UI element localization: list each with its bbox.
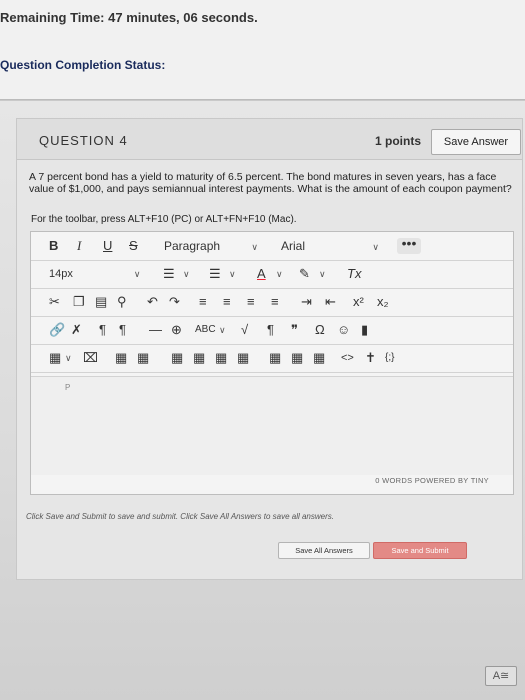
align-justify-icon[interactable]: ≡ xyxy=(271,292,279,312)
table-props-icon[interactable]: ▦ xyxy=(115,348,127,368)
redo-icon[interactable]: ↷ xyxy=(169,292,180,312)
toolbar-row-2: 14px ∨ ☰ ∨ ☰ ∨ A ∨ ✎ ∨ Tx xyxy=(31,260,513,289)
completion-status-label: Question Completion Status: xyxy=(0,58,166,72)
unlink-icon[interactable]: ✗ xyxy=(71,320,82,340)
more-options-button[interactable]: ••• xyxy=(397,236,421,254)
screen: Remaining Time: 47 minutes, 06 seconds. … xyxy=(0,0,525,700)
save-all-answers-button[interactable]: Save All Answers xyxy=(278,542,370,559)
insert-col-icon[interactable]: ▦ xyxy=(237,348,249,368)
chevron-down-icon[interactable]: ∨ xyxy=(276,264,283,284)
element-path-label: P xyxy=(65,383,71,392)
subscript-button[interactable]: x₂ xyxy=(377,292,389,312)
code-button[interactable]: <> xyxy=(341,348,354,368)
accessibility-toggle-icon[interactable]: A≅ xyxy=(485,666,517,686)
highlight-icon[interactable]: ✎ xyxy=(299,264,310,284)
remaining-time-label: Remaining Time: xyxy=(0,10,105,25)
question-number: QUESTION 4 xyxy=(39,133,128,148)
align-center-icon[interactable]: ≡ xyxy=(223,292,231,312)
remaining-time: Remaining Time: 47 minutes, 06 seconds. xyxy=(0,10,258,25)
font-select[interactable]: Arial ∨ xyxy=(281,236,379,257)
chevron-down-icon[interactable]: ∨ xyxy=(229,264,236,284)
clear-formatting-button[interactable]: Tx xyxy=(347,264,361,284)
insert-row-before-icon[interactable]: ▦ xyxy=(171,348,183,368)
emoji-icon[interactable]: ☺ xyxy=(337,320,350,340)
spellcheck-button[interactable]: ABC xyxy=(195,320,216,340)
align-right-icon[interactable]: ≡ xyxy=(247,292,255,312)
editor-content-area[interactable]: P xyxy=(31,376,513,475)
insert-row-after-icon[interactable]: ▦ xyxy=(193,348,205,368)
toolbar-row-3: ✂ ❐ ▤ ⚲ ↶ ↷ ≡ ≡ ≡ ≡ ⇥ ⇤ x² x₂ xyxy=(31,288,513,317)
chevron-down-icon[interactable]: ∨ xyxy=(183,264,190,284)
insert-icon[interactable]: ⊕ xyxy=(171,320,182,340)
paragraph-select-value: Paragraph xyxy=(164,239,221,253)
chevron-down-icon[interactable]: ∨ xyxy=(319,264,326,284)
save-and-submit-button[interactable]: Save and Submit xyxy=(373,542,467,559)
question-header: QUESTION 4 1 points Save Answer xyxy=(17,119,522,160)
submit-instructions: Click Save and Submit to save and submit… xyxy=(26,512,334,521)
font-size-value: 14px xyxy=(49,268,73,280)
paragraph-mark-icon[interactable]: ¶ xyxy=(267,320,274,340)
question-text: A 7 percent bond has a yield to maturity… xyxy=(29,171,512,195)
table-icon[interactable]: ▦ xyxy=(49,348,61,368)
link-icon[interactable]: 🔗 xyxy=(49,320,65,340)
indent-icon[interactable]: ⇥ xyxy=(301,292,312,312)
ltr-icon[interactable]: ¶ xyxy=(99,320,106,340)
table-delete-icon[interactable]: ⌧ xyxy=(83,348,98,368)
word-count: 0 WORDS POWERED BY TINY xyxy=(375,476,489,485)
undo-icon[interactable]: ↶ xyxy=(147,292,158,312)
copy-icon[interactable]: ❐ xyxy=(73,292,85,312)
bookmark-icon[interactable]: ▮ xyxy=(361,320,368,340)
chevron-down-icon[interactable]: ∨ xyxy=(65,348,72,368)
math-icon[interactable]: √ xyxy=(241,320,248,340)
split-cells-icon[interactable]: ▦ xyxy=(291,348,303,368)
toolbar-hint: For the toolbar, press ALT+F10 (PC) or A… xyxy=(31,214,297,225)
toolbar-row-5: ▦ ∨ ⌧ ▦ ▦ ▦ ▦ ▦ ▦ ▦ ▦ ▦ <> ✝ {;} xyxy=(31,344,513,373)
font-size-select[interactable]: 14px ∨ xyxy=(49,264,141,284)
remaining-time-value: 47 minutes, 06 seconds. xyxy=(108,10,258,25)
toolbar-row-4: 🔗 ✗ ¶ ¶ — ⊕ ABC ∨ √ ¶ ❞ Ω ☺ ▮ xyxy=(31,316,513,345)
chevron-down-icon: ∨ xyxy=(372,242,379,252)
save-answer-button[interactable]: Save Answer xyxy=(431,129,521,155)
chevron-down-icon: ∨ xyxy=(251,242,258,252)
header-divider xyxy=(0,99,525,100)
italic-button[interactable]: I xyxy=(77,236,81,256)
underline-button[interactable]: U xyxy=(103,236,112,256)
font-color-button[interactable]: A xyxy=(257,264,266,284)
align-left-icon[interactable]: ≡ xyxy=(199,292,207,312)
outdent-icon[interactable]: ⇤ xyxy=(325,292,336,312)
bold-button[interactable]: B xyxy=(49,236,58,256)
superscript-button[interactable]: x² xyxy=(353,292,364,312)
font-select-value: Arial xyxy=(281,239,306,253)
toolbar-row-1: B I U S Paragraph ∨ Arial ∨ ••• xyxy=(31,232,513,261)
accessibility-icon[interactable]: ✝ xyxy=(365,348,376,368)
rich-text-editor: B I U S Paragraph ∨ Arial ∨ ••• 14px ∨ ☰… xyxy=(30,231,514,495)
search-icon[interactable]: ⚲ xyxy=(117,292,127,312)
delete-table-icon[interactable]: ▦ xyxy=(313,348,325,368)
bullet-list-icon[interactable]: ☰ xyxy=(163,264,175,284)
table-row-icon[interactable]: ▦ xyxy=(137,348,149,368)
paragraph-select[interactable]: Paragraph ∨ xyxy=(164,236,258,257)
timer-strip: Remaining Time: 47 minutes, 06 seconds. … xyxy=(0,0,525,101)
question-panel: QUESTION 4 1 points Save Answer A 7 perc… xyxy=(16,118,523,580)
paste-icon[interactable]: ▤ xyxy=(95,292,107,312)
chevron-down-icon: ∨ xyxy=(133,269,141,279)
code-sample-icon[interactable]: {;} xyxy=(385,348,394,368)
numbered-list-icon[interactable]: ☰ xyxy=(209,264,221,284)
question-points: 1 points xyxy=(375,134,422,148)
blockquote-icon[interactable]: ❞ xyxy=(291,320,298,340)
strikethrough-button[interactable]: S xyxy=(129,236,138,256)
rtl-icon[interactable]: ¶ xyxy=(119,320,126,340)
delete-row-icon[interactable]: ▦ xyxy=(215,348,227,368)
special-character-button[interactable]: Ω xyxy=(315,320,325,340)
cut-icon[interactable]: ✂ xyxy=(49,292,60,312)
merge-cells-icon[interactable]: ▦ xyxy=(269,348,281,368)
chevron-down-icon[interactable]: ∨ xyxy=(219,320,226,340)
horizontal-line-icon[interactable]: — xyxy=(149,320,162,340)
